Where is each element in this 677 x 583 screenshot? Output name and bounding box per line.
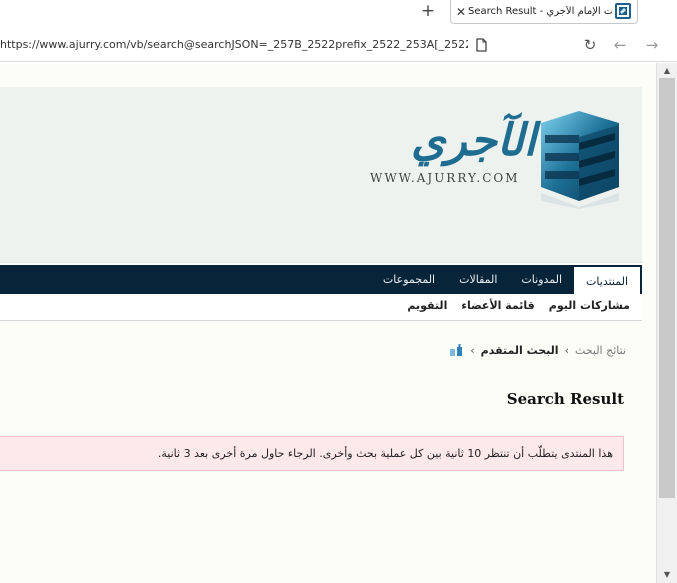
scroll-down-arrow-icon[interactable]: ▼ (661, 570, 673, 580)
breadcrumb-advanced-search-link[interactable]: البحث المتقدم (481, 344, 559, 357)
top-strip (0, 63, 656, 77)
tab-close-icon[interactable]: ✕ (456, 6, 468, 18)
forward-button[interactable]: → (642, 35, 662, 55)
scroll-thumb[interactable] (659, 78, 675, 498)
site-favicon-icon (615, 3, 631, 19)
sub-navbar: مشاركات اليوم قائمة الأعضاء التقويم (0, 294, 642, 321)
new-tab-button[interactable]: + (420, 1, 436, 21)
error-message-text: هذا المنتدى يتطلّب أن تنتظر 10 ثانية بين… (157, 447, 613, 460)
page-info-icon[interactable] (476, 38, 487, 52)
scroll-up-arrow-icon[interactable]: ▲ (661, 66, 673, 76)
site-logo-cube-icon[interactable] (535, 109, 623, 209)
site-logo-text[interactable]: الآجري (368, 109, 536, 173)
subnav-calendar[interactable]: التقويم (407, 299, 447, 312)
nav-tab-groups[interactable]: المجموعات (371, 265, 447, 294)
browser-window: + ✕ Search Result - ملتقى منتديات الإمام… (0, 0, 677, 583)
error-message-box: هذا المنتدى يتطلّب أن تنتظر 10 ثانية بين… (0, 436, 624, 471)
breadcrumb-separator: › (470, 343, 475, 357)
page-title: Search Result (506, 390, 624, 408)
back-button[interactable]: ← (610, 35, 630, 55)
tab-title: Search Result - ملتقى منتديات الإمام الآ… (468, 6, 612, 17)
address-bar: https://www.ajurry.com/vb/search@searchJ… (0, 30, 677, 62)
nav-tab-blogs[interactable]: المدونات (509, 265, 574, 294)
nav-tab-articles[interactable]: المقالات (447, 265, 509, 294)
site-logo-url: WWW.AJURRY.COM (370, 171, 520, 185)
breadcrumb-current: نتائج البحث (574, 343, 626, 357)
browser-tab[interactable]: ✕ Search Result - ملتقى منتديات الإمام ا… (450, 0, 638, 24)
page-scrollbar[interactable]: ▲ ▼ (656, 63, 677, 583)
home-icon[interactable] (448, 343, 464, 357)
tab-strip: + ✕ Search Result - ملتقى منتديات الإمام… (0, 0, 677, 26)
main-navbar: المنتديات المدونات المقالات المجموعات (0, 265, 642, 294)
nav-tab-forums[interactable]: المنتديات (574, 265, 640, 294)
subnav-member-list[interactable]: قائمة الأعضاء (461, 299, 534, 312)
url-input[interactable]: https://www.ajurry.com/vb/search@searchJ… (0, 38, 468, 51)
breadcrumb-separator-2: › (564, 343, 569, 357)
page-content: الآجري WWW.AJURRY.COM المنتديات المدونات… (0, 63, 656, 583)
subnav-todays-posts[interactable]: مشاركات اليوم (549, 299, 630, 312)
breadcrumb: › البحث المتقدم › نتائج البحث (442, 343, 626, 357)
reload-button[interactable]: ↻ (580, 35, 600, 55)
